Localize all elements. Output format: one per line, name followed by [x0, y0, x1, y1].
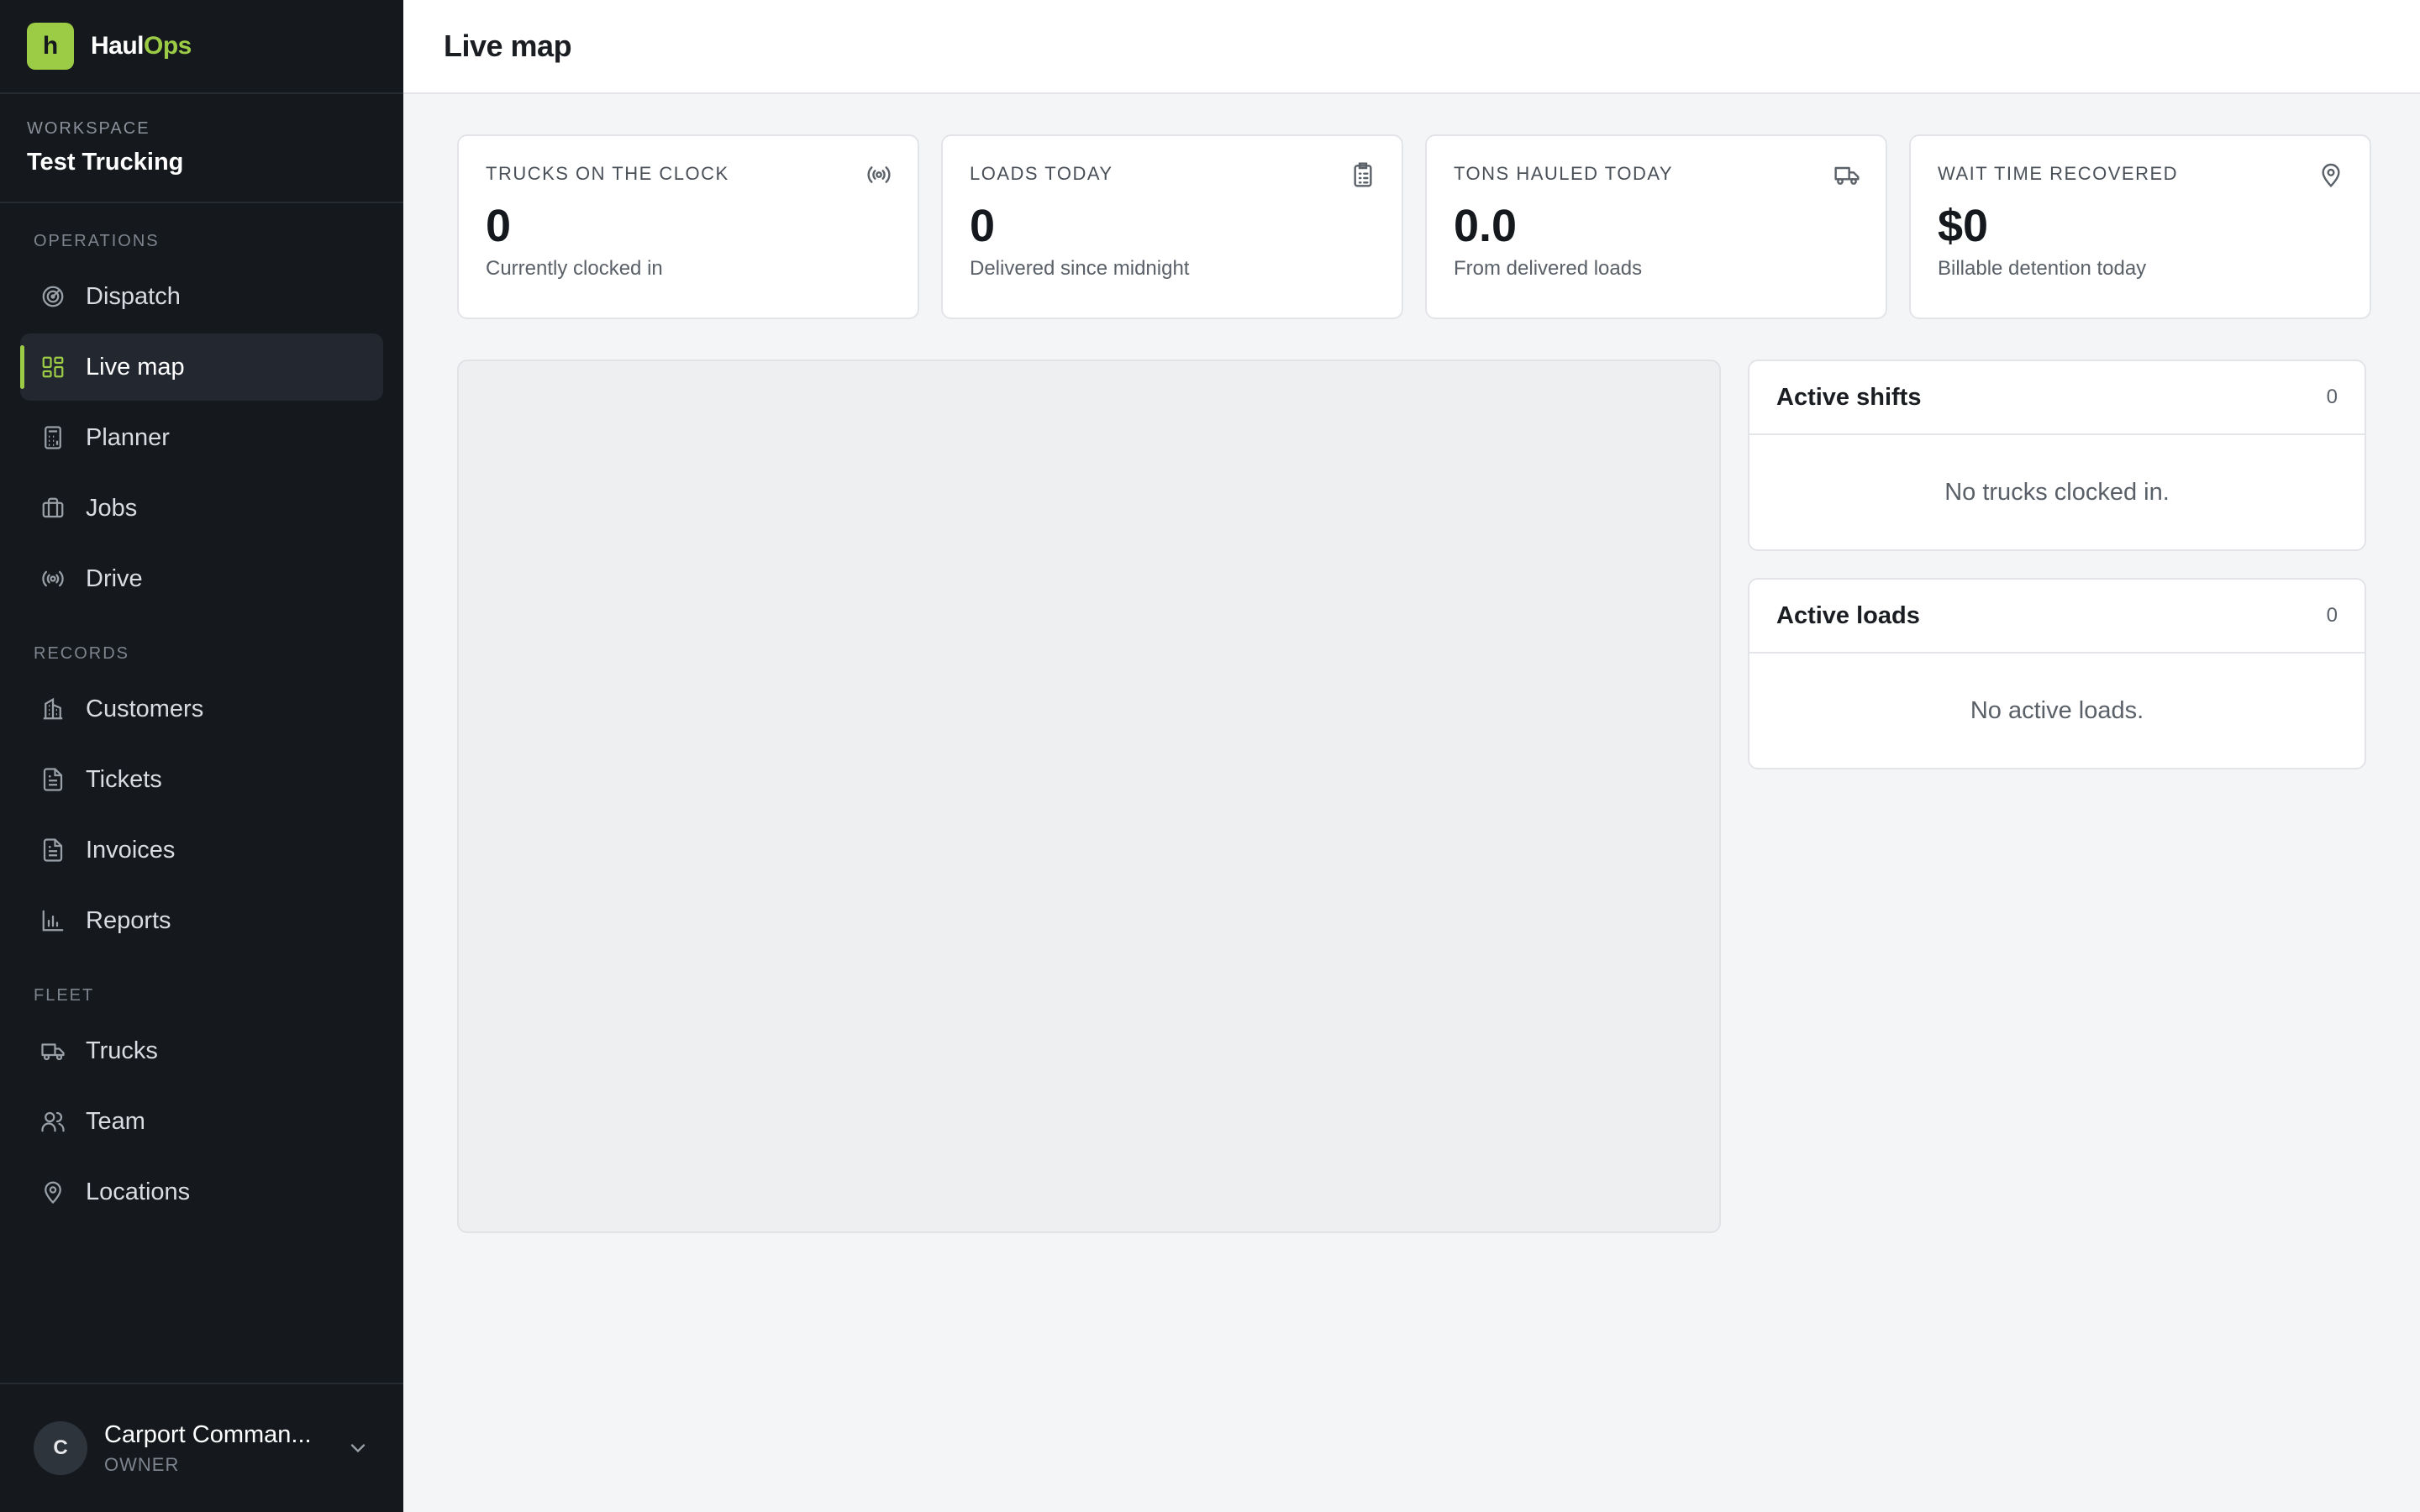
sidebar-item-label: Jobs — [86, 494, 138, 522]
file-text-icon — [39, 836, 67, 864]
brand-logo: h — [27, 23, 74, 70]
active-loads-panel: Active loads 0 No active loads. — [1748, 578, 2366, 769]
brand-name-part1: Haul — [91, 32, 145, 60]
section-title-operations: OPERATIONS — [34, 232, 160, 250]
panel-count: 0 — [2326, 604, 2338, 627]
empty-state: No trucks clocked in. — [1944, 478, 2170, 506]
clipboard-icon — [1349, 161, 1376, 192]
section-title-fleet: FLEET — [34, 986, 95, 1005]
stat-value: 0 — [486, 201, 512, 251]
stat-value: 0 — [970, 201, 996, 251]
panel-header: Active loads 0 — [1749, 580, 2365, 654]
sidebar-item-label: Reports — [86, 906, 171, 934]
workspace-label: WORKSPACE — [27, 119, 150, 138]
section-title-records: RECORDS — [34, 644, 130, 663]
brand[interactable]: h HaulOps — [0, 0, 403, 94]
sidebar-item-live-map[interactable]: Live map — [20, 333, 383, 401]
sidebar-item-customers[interactable]: Customers — [20, 675, 383, 743]
sidebar-item-label: Planner — [86, 423, 170, 451]
stat-subtitle: Currently clocked in — [486, 257, 663, 280]
nav-section-operations: OPERATIONS Dispatch Live map Planner Job… — [0, 232, 403, 612]
sidebar-item-locations[interactable]: Locations — [20, 1158, 383, 1226]
building-icon — [39, 695, 67, 723]
top-bar: Live map — [403, 0, 2420, 94]
dashboard-grid-icon — [39, 353, 67, 381]
users-icon — [39, 1107, 67, 1136]
stat-card-loads-today: LOADS TODAY 0 Delivered since midnight — [941, 134, 1403, 319]
sidebar-item-team[interactable]: Team — [20, 1088, 383, 1155]
file-text-icon — [39, 765, 67, 794]
sidebar-item-tickets[interactable]: Tickets — [20, 746, 383, 813]
sidebar-item-label: Tickets — [86, 765, 162, 793]
sidebar-item-dispatch[interactable]: Dispatch — [20, 263, 383, 330]
bar-chart-icon — [39, 906, 67, 935]
avatar: C — [34, 1421, 87, 1475]
nav-section-records: RECORDS Customers Tickets Invoices Repor… — [0, 644, 403, 954]
sidebar-item-label: Locations — [86, 1178, 191, 1205]
workspace-name: Test Trucking — [27, 149, 184, 176]
user-menu[interactable]: C Carport Comman... OWNER — [0, 1383, 403, 1512]
panel-header: Active shifts 0 — [1749, 361, 2365, 435]
truck-icon — [1833, 161, 1860, 192]
calculator-icon — [39, 423, 67, 452]
user-role: OWNER — [104, 1453, 180, 1475]
panel-count: 0 — [2326, 386, 2338, 408]
stat-label: TRUCKS ON THE CLOCK — [486, 163, 729, 184]
empty-state: No active loads. — [1970, 696, 2144, 724]
stat-value: $0 — [1938, 201, 1989, 251]
radar-icon — [39, 282, 67, 311]
sidebar-item-invoices[interactable]: Invoices — [20, 816, 383, 884]
stat-label: WAIT TIME RECOVERED — [1938, 163, 2179, 184]
brand-name-part2: Ops — [144, 32, 192, 60]
stat-subtitle: Billable detention today — [1938, 257, 2147, 280]
stat-subtitle: From delivered loads — [1454, 257, 1643, 280]
workspace: WORKSPACE Test Trucking — [0, 94, 403, 203]
broadcast-icon — [39, 564, 67, 593]
sidebar-item-trucks[interactable]: Trucks — [20, 1017, 383, 1084]
sidebar-item-planner[interactable]: Planner — [20, 404, 383, 471]
stat-cards: TRUCKS ON THE CLOCK 0 Currently clocked … — [457, 134, 2371, 319]
sidebar-item-label: Invoices — [86, 836, 176, 864]
user-info: Carport Comman... OWNER — [104, 1421, 312, 1476]
stat-card-trucks-on-clock: TRUCKS ON THE CLOCK 0 Currently clocked … — [457, 134, 919, 319]
map-pin-icon — [2317, 161, 2344, 192]
map-pin-icon — [39, 1178, 67, 1206]
sidebar-item-jobs[interactable]: Jobs — [20, 475, 383, 542]
brand-name: HaulOps — [91, 32, 192, 60]
sidebar-item-label: Live map — [86, 353, 185, 381]
sidebar-item-label: Trucks — [86, 1037, 158, 1064]
truck-icon — [39, 1037, 67, 1065]
sidebar-item-label: Drive — [86, 564, 143, 592]
active-shifts-panel: Active shifts 0 No trucks clocked in. — [1748, 360, 2366, 551]
sidebar: h HaulOps WORKSPACE Test Trucking OPERAT… — [0, 0, 403, 1512]
page-title: Live map — [444, 29, 572, 63]
stat-label: TONS HAULED TODAY — [1454, 163, 1674, 184]
stat-subtitle: Delivered since midnight — [970, 257, 1190, 280]
nav-section-fleet: FLEET Trucks Team Locations — [0, 986, 403, 1226]
stat-label: LOADS TODAY — [970, 163, 1113, 184]
live-map-canvas[interactable] — [457, 360, 1721, 1233]
stat-card-tons-hauled: TONS HAULED TODAY 0.0 From delivered loa… — [1425, 134, 1887, 319]
briefcase-icon — [39, 494, 67, 522]
user-name: Carport Comman... — [104, 1420, 312, 1448]
panel-title: Active shifts — [1776, 383, 1922, 411]
sidebar-item-label: Customers — [86, 695, 204, 722]
broadcast-icon — [865, 161, 892, 192]
panel-title: Active loads — [1776, 601, 1920, 629]
sidebar-item-reports[interactable]: Reports — [20, 887, 383, 954]
sidebar-item-drive[interactable]: Drive — [20, 545, 383, 612]
stat-card-wait-time: WAIT TIME RECOVERED $0 Billable detentio… — [1909, 134, 2371, 319]
sidebar-item-label: Dispatch — [86, 282, 181, 310]
sidebar-item-label: Team — [86, 1107, 145, 1135]
chevron-down-icon[interactable] — [346, 1436, 370, 1464]
stat-value: 0.0 — [1454, 201, 1518, 251]
